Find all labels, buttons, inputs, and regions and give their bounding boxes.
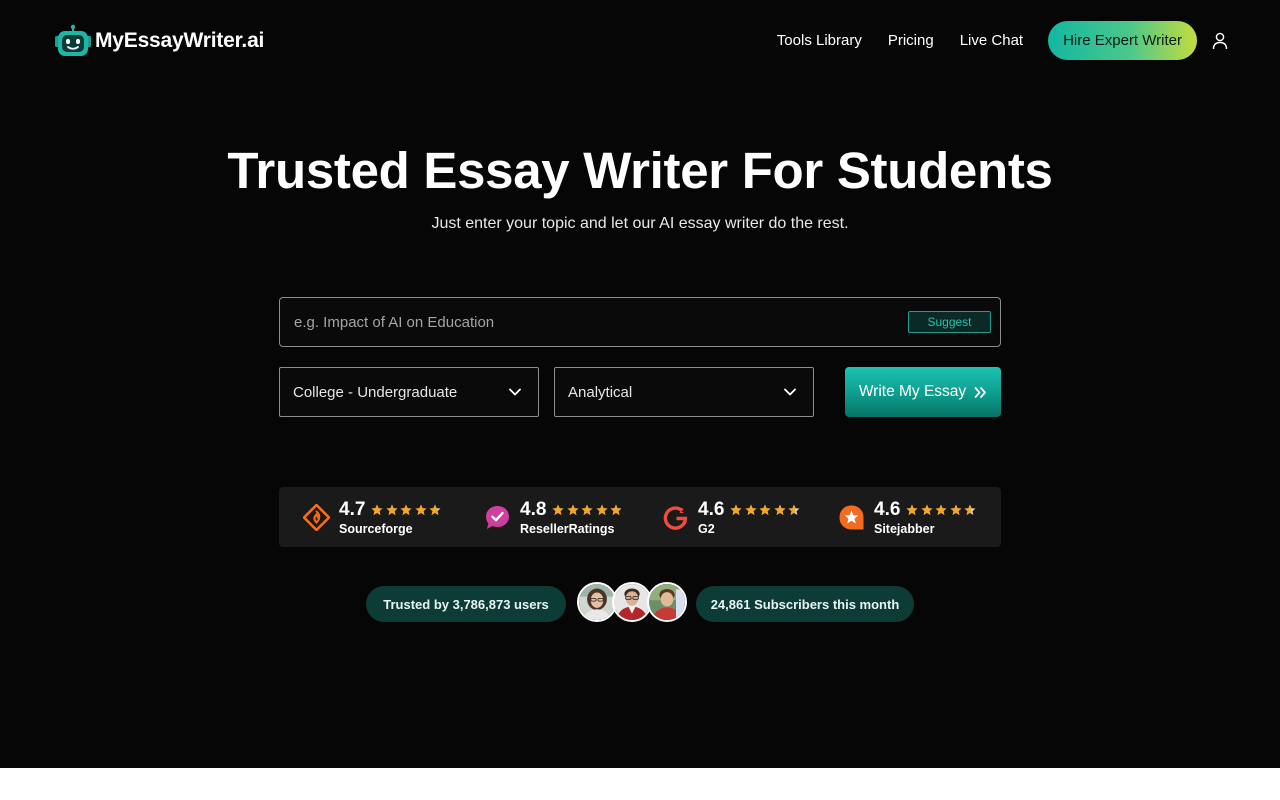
star-icon — [552, 504, 564, 515]
avatar — [647, 582, 687, 622]
sourceforge-icon — [303, 503, 330, 531]
resellerratings-icon — [486, 505, 509, 529]
star-icon — [567, 504, 579, 515]
essay-type-select[interactable]: Analytical — [554, 367, 814, 417]
chevron-down-icon — [784, 388, 796, 396]
rating-resellerratings[interactable]: 4.8 ResellerRatings — [484, 487, 622, 547]
star-icon — [596, 504, 608, 515]
hero-section: MyEssayWriter.ai Tools Library Pricing L… — [0, 0, 1280, 768]
logo-link[interactable]: MyEssayWriter.ai — [55, 24, 264, 58]
chevron-down-icon — [509, 388, 521, 396]
platform-name: G2 — [698, 521, 715, 536]
double-chevron-right-icon — [974, 386, 987, 398]
monthly-subscribers-badge: 24,861 Subscribers this month — [696, 586, 914, 622]
platform-name: Sourceforge — [339, 521, 413, 536]
main-nav: Tools Library Pricing Live Chat Hire Exp… — [777, 21, 1228, 60]
logo-text: MyEssayWriter.ai — [95, 29, 265, 52]
rating-score: 4.8 — [520, 498, 547, 520]
nav-live-chat[interactable]: Live Chat — [960, 21, 1023, 60]
star-icon — [610, 504, 622, 515]
rating-score: 4.6 — [874, 498, 901, 520]
star-icon — [730, 504, 742, 515]
sitejabber-icon — [839, 505, 864, 529]
rating-g2[interactable]: 2 4.6 G2 — [662, 487, 800, 547]
star-icon — [950, 504, 962, 515]
star-icon — [400, 504, 412, 515]
page-subtitle: Just enter your topic and let our AI ess… — [431, 215, 849, 232]
star-icon — [415, 504, 427, 515]
g2-icon: 2 — [663, 506, 688, 530]
robot-logo-icon — [55, 24, 91, 56]
star-rating — [730, 504, 800, 516]
star-icon — [581, 504, 593, 515]
star-icon — [921, 504, 933, 515]
user-icon[interactable] — [1212, 32, 1228, 50]
star-icon — [759, 504, 771, 515]
star-icon — [774, 504, 786, 515]
star-icon — [935, 504, 947, 515]
page-title: Trusted Essay Writer For Students — [227, 142, 1053, 199]
ratings-bar: 4.7 Sourceforge 4.8 ResellerRatings 2 4.… — [279, 487, 1001, 547]
nav-tools-library[interactable]: Tools Library — [777, 21, 862, 60]
star-icon — [745, 504, 757, 515]
star-rating — [552, 504, 622, 516]
star-rating — [906, 504, 976, 516]
trusted-users-badge: Trusted by 3,786,873 users — [366, 586, 566, 622]
rating-score: 4.6 — [698, 498, 725, 520]
star-rating — [371, 504, 441, 516]
star-icon — [429, 504, 441, 515]
user-avatars — [577, 582, 687, 622]
avatar — [577, 582, 617, 622]
hire-expert-writer-button[interactable]: Hire Expert Writer — [1048, 21, 1197, 60]
platform-name: ResellerRatings — [520, 521, 615, 536]
avatar — [612, 582, 652, 622]
nav-pricing[interactable]: Pricing — [888, 21, 934, 60]
academic-level-value: College - Undergraduate — [293, 383, 458, 401]
svg-text:2: 2 — [680, 506, 684, 515]
write-my-essay-label: Write My Essay — [858, 383, 967, 400]
write-my-essay-button[interactable]: Write My Essay — [845, 367, 1001, 417]
rating-sourceforge[interactable]: 4.7 Sourceforge — [303, 487, 441, 547]
star-icon — [964, 504, 976, 515]
topic-input[interactable] — [280, 298, 890, 346]
suggest-button[interactable]: Suggest — [908, 311, 991, 333]
essay-type-value: Analytical — [568, 383, 633, 401]
academic-level-select[interactable]: College - Undergraduate — [279, 367, 539, 417]
rating-sitejabber[interactable]: 4.6 Sitejabber — [838, 487, 976, 547]
star-icon — [788, 504, 800, 515]
topic-field: Suggest — [279, 297, 1001, 347]
platform-name: Sitejabber — [874, 521, 935, 536]
star-icon — [386, 504, 398, 515]
star-icon — [906, 504, 918, 515]
star-icon — [371, 504, 383, 515]
rating-score: 4.7 — [339, 498, 366, 520]
